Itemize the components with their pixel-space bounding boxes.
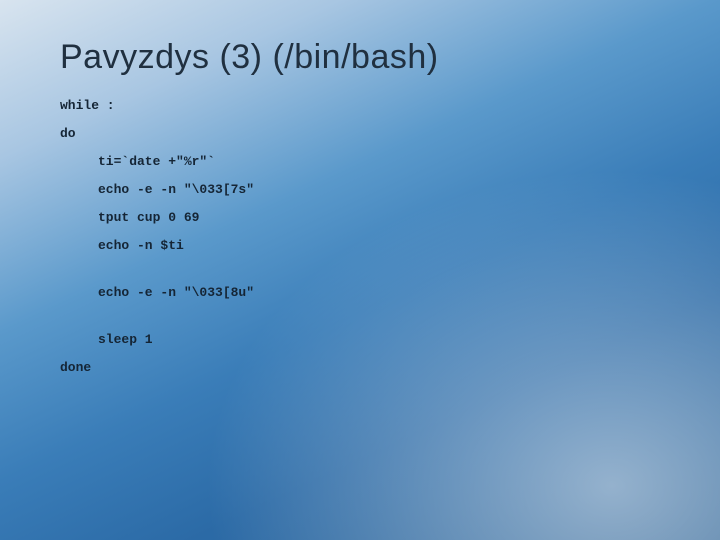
slide-title: Pavyzdys (3) (/bin/bash) <box>60 38 670 77</box>
code-line: do <box>60 127 670 140</box>
code-line: echo -e -n "\033[7s" <box>60 183 670 196</box>
code-line: sleep 1 <box>60 333 670 346</box>
code-line: echo -e -n "\033[8u" <box>60 286 670 299</box>
code-line: echo -n $ti <box>60 239 670 252</box>
slide: Pavyzdys (3) (/bin/bash) while : do ti=`… <box>0 0 720 540</box>
code-line: while : <box>60 99 670 112</box>
code-block: while : do ti=`date +"%r"` echo -e -n "\… <box>60 99 670 374</box>
code-line: done <box>60 361 670 374</box>
code-line: ti=`date +"%r"` <box>60 155 670 168</box>
code-line: tput cup 0 69 <box>60 211 670 224</box>
